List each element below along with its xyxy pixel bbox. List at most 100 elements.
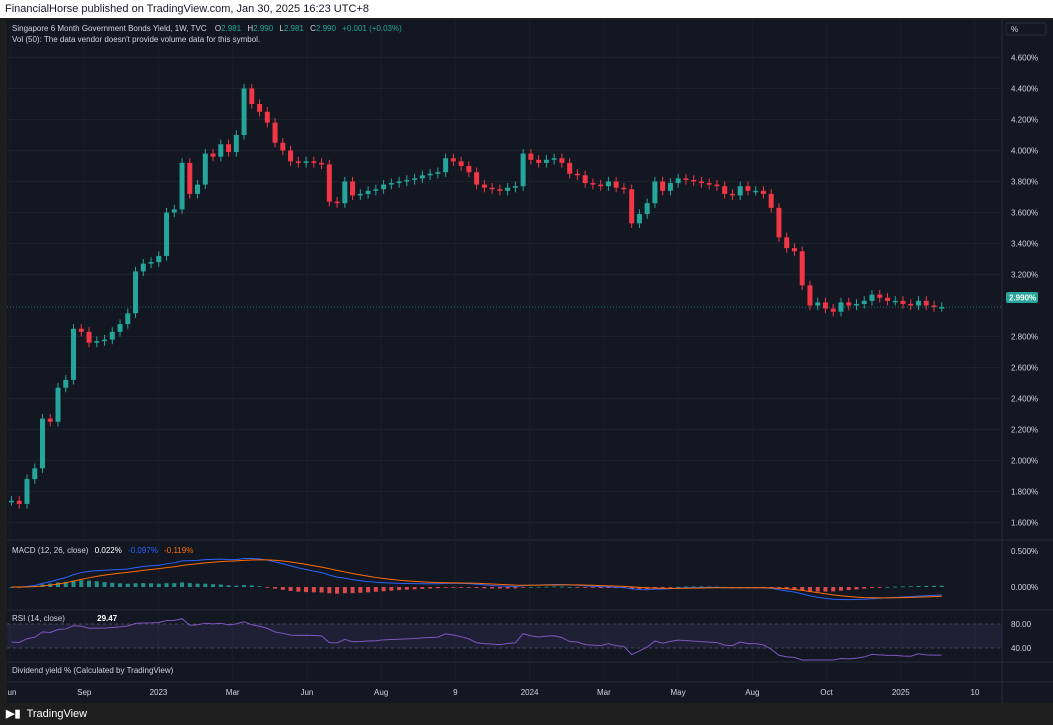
macd-histogram-bar (885, 586, 890, 588)
candle-body (233, 135, 239, 153)
candle-body (923, 300, 929, 306)
x-tick-label: 2023 (150, 688, 168, 697)
macd-histogram-bar (536, 586, 541, 588)
macd-histogram-bar (877, 587, 882, 588)
candle-body (900, 300, 906, 304)
candle-body (830, 308, 836, 312)
y-tick-label: 2.800% (1011, 333, 1038, 342)
tradingview-logo-icon: ▶▮ (6, 708, 21, 720)
macd-histogram-bar (583, 587, 588, 588)
macd-histogram-bar (311, 587, 316, 593)
candle-body (621, 187, 627, 190)
candle-body (489, 187, 495, 190)
rsi-tick-label: 40.00 (1011, 644, 1032, 653)
candle-body (55, 387, 61, 422)
candle-body (86, 331, 92, 343)
chart-grid (7, 20, 1053, 703)
x-tick-label: Mar (226, 688, 240, 697)
macd-histogram-bar (916, 585, 921, 587)
macd-histogram-bar (908, 586, 913, 588)
chart-svg[interactable]: 4.600% 4.400% 4.200% 4.000% 3.800% 3.600% 3.40… (4, 20, 1053, 703)
y-tick-label: 3.600% (1011, 209, 1038, 218)
candle-body (249, 88, 255, 104)
candle-body (745, 186, 751, 191)
candle-body (582, 175, 588, 184)
candle-body (884, 297, 890, 301)
candle-body (605, 181, 611, 187)
macd-histogram-bar (552, 586, 557, 588)
candle-body (869, 294, 875, 301)
candle-body (838, 302, 844, 312)
x-tick-label: Jun (7, 688, 16, 697)
rsi-tick-label: 80.00 (1011, 620, 1032, 629)
macd-legend: MACD (12, 26, close) 0.022% -0.097% -0.1… (12, 546, 193, 555)
publisher-bar: FinancialHorse published on TradingView.… (0, 0, 1053, 18)
candle-body (388, 183, 394, 185)
candle-body (543, 159, 549, 163)
symbol-legend: Singapore 6 Month Government Bonds Yield… (12, 24, 402, 33)
candle-body (9, 500, 14, 503)
candle-body (419, 175, 425, 179)
macd-histogram-bar (342, 587, 347, 594)
macd-histogram-bar (79, 580, 84, 587)
candle-body (94, 341, 100, 343)
candle-body (272, 122, 278, 143)
macd-histogram-bar (366, 587, 371, 593)
footer-brand: TradingView (26, 708, 88, 720)
macd-histogram-bar (265, 587, 270, 588)
candle-body (915, 300, 921, 306)
candle-body (288, 150, 294, 162)
candle-body (660, 181, 666, 191)
candle-body (171, 209, 177, 213)
candle-body (365, 190, 371, 194)
candle-body (125, 313, 131, 325)
candle-body (264, 111, 270, 123)
candle-body (931, 305, 937, 308)
chart-area[interactable]: 4.600% 4.400% 4.200% 4.000% 3.800% 3.600% 3.40… (4, 20, 1053, 703)
candle-body (427, 173, 433, 176)
candle-body (381, 184, 387, 190)
candle-body (528, 153, 534, 160)
macd-tick-label: 0.000% (1011, 583, 1038, 592)
macd-histogram-bar (94, 581, 99, 587)
macd-histogram-bar (466, 587, 471, 588)
candle-body (481, 184, 487, 188)
candle-body (784, 237, 790, 249)
macd-histogram-bar (304, 587, 309, 593)
volume-note: Vol (50): The data vendor doesn't provid… (12, 35, 260, 44)
macd-histogram-bar (505, 587, 510, 589)
candle-body (706, 183, 712, 185)
footer: ▶▮ TradingView (0, 703, 1053, 725)
macd-histogram-bar (815, 587, 820, 592)
macd-histogram-bar (939, 585, 944, 587)
candle-body (768, 193, 774, 208)
rsi-legend: RSI (14, close) 29.47 (12, 614, 118, 623)
macd-histogram-bar (110, 582, 115, 587)
macd-histogram-bar (257, 586, 262, 588)
candle-body (156, 255, 162, 263)
candle-body (187, 162, 193, 194)
candle-body (822, 302, 828, 309)
macd-histogram-bar (149, 583, 154, 587)
candle-body (311, 161, 317, 163)
macd-histogram-bar (931, 585, 936, 587)
macd-histogram-bar (327, 587, 332, 594)
macd-histogram-bar (590, 587, 595, 588)
macd-histogram-bar (668, 587, 673, 588)
macd-histogram-bar (420, 587, 425, 589)
candle-body (799, 251, 805, 286)
macd-histogram-bar (187, 583, 192, 587)
macd-histogram-bar (172, 583, 177, 587)
candle-body (729, 193, 735, 196)
y-tick-label: 1.600% (1011, 519, 1038, 528)
candle-body (807, 285, 813, 306)
candle-body (505, 187, 511, 191)
candle-body (40, 418, 46, 469)
x-tick-label: Mar (597, 688, 611, 697)
macd-histogram-bar (924, 585, 929, 587)
candle-body (683, 178, 689, 180)
macd-histogram-bar (497, 587, 502, 589)
candle-body (753, 190, 759, 193)
candle-body (536, 159, 542, 163)
candle-body (497, 189, 503, 191)
